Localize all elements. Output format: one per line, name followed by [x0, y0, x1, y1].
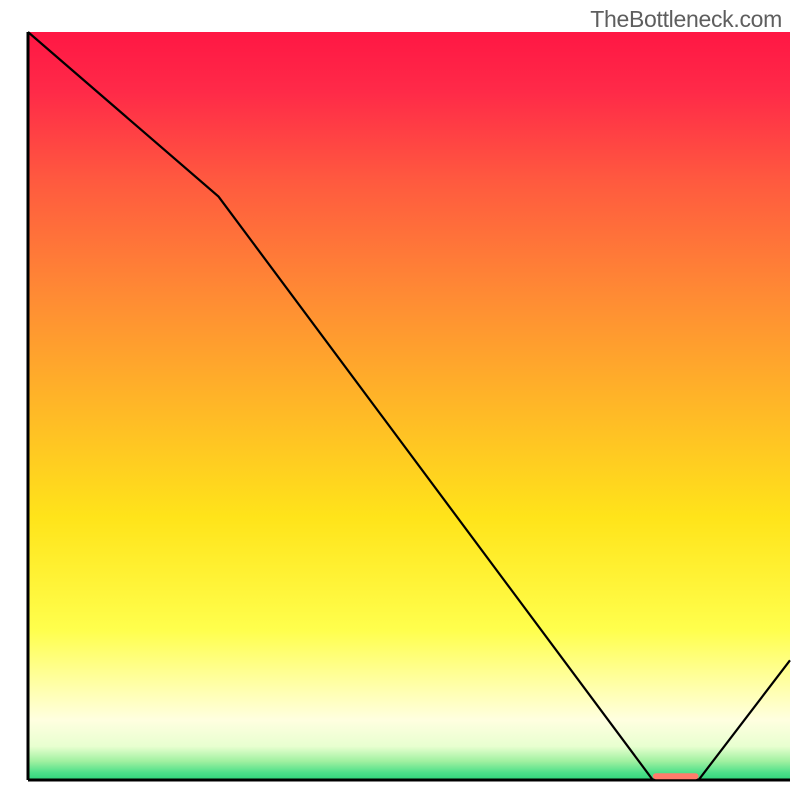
watermark-text: TheBottleneck.com: [590, 6, 782, 33]
chart-svg: [0, 0, 800, 800]
bottleneck-chart: TheBottleneck.com: [0, 0, 800, 800]
optimal-marker: [653, 773, 699, 779]
plot-background: [28, 32, 790, 780]
